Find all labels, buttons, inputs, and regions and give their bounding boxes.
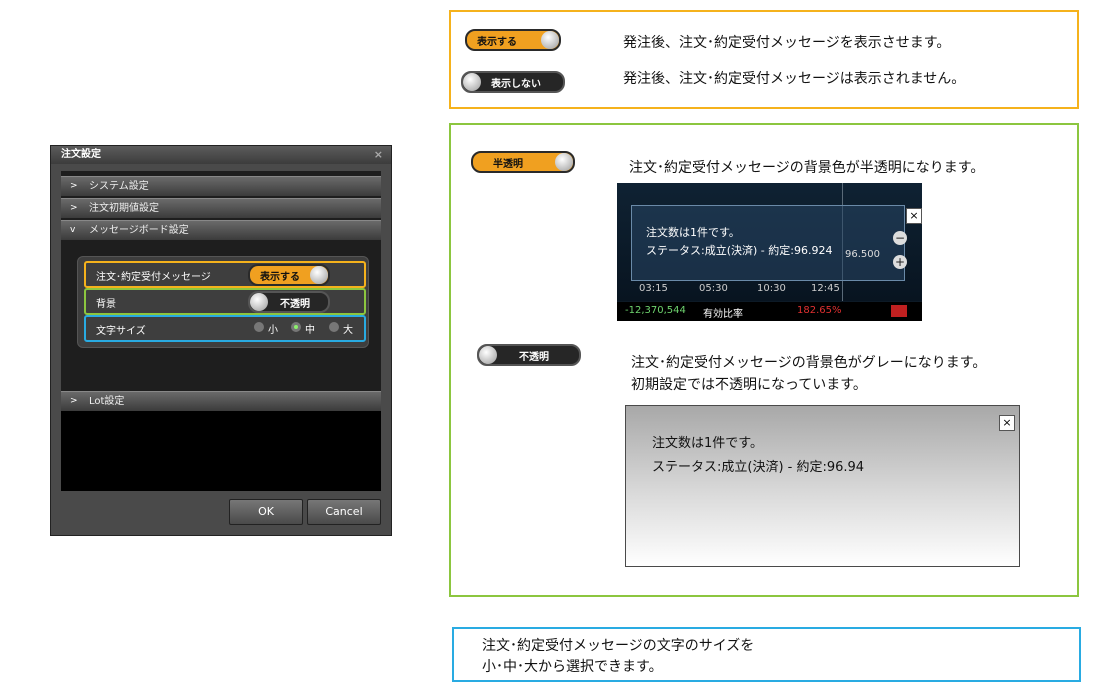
row-background: 背景 不透明 (84, 288, 366, 315)
ok-button[interactable]: OK (229, 499, 303, 525)
font-size-radio-group: 小 中 大 (254, 321, 364, 336)
display-setting-callout: 表示する 発注後、注文･約定受付メッセージを表示させます。 表示しない 発注後、… (449, 10, 1079, 109)
font-size-callout: 注文･約定受付メッセージの文字のサイズを 小･中･大から選択できます。 (452, 627, 1081, 682)
row-label: 文字サイズ (96, 326, 146, 337)
message-popup: 注文数は1件です。 ステータス:成立(決済) - 約定:96.924 (631, 205, 905, 281)
section-label: Lot設定 (89, 396, 125, 407)
radio-selected-dot (294, 325, 298, 329)
toggle-label: 表示する (477, 37, 517, 48)
show-toggle-example: 表示する (465, 29, 561, 51)
toggle-knob (555, 153, 573, 171)
time-tick: 03:15 (639, 283, 668, 294)
radio-large-label: 大 (343, 325, 353, 336)
toggle-knob (250, 293, 268, 311)
chevron-right-icon: > (70, 396, 78, 406)
price-label: 96.500 (845, 249, 880, 260)
opaque-description-line1: 注文･約定受付メッセージの背景色がグレーになります。 (631, 355, 987, 371)
font-size-description-line2: 小･中･大から選択できます。 (482, 659, 663, 675)
time-axis: 03:15 05:30 10:30 12:45 (617, 281, 922, 301)
toggle-knob (479, 346, 497, 364)
row-label: 注文･約定受付メッセージ (96, 272, 211, 283)
zoom-in-icon[interactable]: + (893, 255, 907, 269)
row-label: 背景 (96, 299, 116, 310)
radio-small-label: 小 (268, 325, 278, 336)
opaque-toggle-example: 不透明 (477, 344, 581, 366)
toggle-label: 不透明 (280, 299, 310, 310)
translucent-message-preview: 注文数は1件です。 ステータス:成立(決済) - 約定:96.924 96.50… (617, 183, 922, 321)
opaque-description-line2: 初期設定では不透明になっています。 (631, 377, 867, 393)
background-toggle[interactable]: 不透明 (248, 291, 330, 313)
opaque-message-preview: 注文数は1件です。 ステータス:成立(決済) - 約定:96.94 × (625, 405, 1020, 567)
confirm-message-toggle[interactable]: 表示する (248, 264, 330, 286)
status-percent: 182.65% (797, 305, 842, 316)
section-order-defaults[interactable]: > 注文初期値設定 (61, 198, 381, 218)
dialog-body: > システム設定 > 注文初期値設定 v メッセージボード設定 注文･約定受付メ… (61, 171, 381, 491)
message-line1: 注文数は1件です。 (646, 226, 740, 239)
section-system-settings[interactable]: > システム設定 (61, 176, 381, 196)
radio-large[interactable] (329, 322, 339, 332)
section-label: システム設定 (89, 181, 149, 192)
close-icon[interactable]: × (906, 208, 922, 224)
close-icon[interactable]: × (374, 146, 383, 164)
status-bar: -12,370,544 有効比率 182.65% (617, 302, 922, 321)
dialog-empty-area (61, 411, 381, 491)
close-icon[interactable]: × (999, 415, 1015, 431)
message-line2: ステータス:成立(決済) - 約定:96.924 (646, 244, 833, 257)
font-size-description-line1: 注文･約定受付メッセージの文字のサイズを (482, 638, 755, 654)
chevron-down-icon: v (70, 225, 76, 235)
dialog-titlebar: 注文設定 × (51, 146, 391, 164)
radio-small[interactable] (254, 322, 264, 332)
chevron-right-icon: > (70, 203, 78, 213)
radio-medium[interactable] (291, 322, 301, 332)
time-tick: 05:30 (699, 283, 728, 294)
toggle-label: 不透明 (519, 352, 549, 363)
dialog-title: 注文設定 (61, 149, 101, 160)
toggle-label: 表示する (260, 272, 300, 283)
message-line2: ステータス:成立(決済) - 約定:96.94 (652, 460, 865, 475)
translucent-description: 注文･約定受付メッセージの背景色が半透明になります。 (629, 160, 985, 176)
toggle-knob (463, 73, 481, 91)
show-description: 発注後、注文･約定受付メッセージを表示させます。 (623, 35, 951, 51)
toggle-label: 表示しない (491, 79, 541, 90)
section-message-board[interactable]: v メッセージボード設定 (61, 220, 381, 240)
cancel-button[interactable]: Cancel (307, 499, 381, 525)
zoom-out-icon[interactable]: − (893, 231, 907, 245)
message-board-panel: 注文･約定受付メッセージ 表示する 背景 不透明 文字サイズ 小 中 大 (77, 256, 369, 348)
order-settings-dialog: 注文設定 × > システム設定 > 注文初期値設定 v メッセージボード設定 注… (50, 145, 392, 536)
toggle-label: 半透明 (493, 159, 523, 170)
section-label: メッセージボード設定 (89, 225, 189, 236)
section-label: 注文初期値設定 (89, 203, 159, 214)
hide-toggle-example: 表示しない (461, 71, 565, 93)
time-tick: 12:45 (811, 283, 840, 294)
toggle-knob (541, 31, 559, 49)
status-label: 有効比率 (703, 309, 743, 320)
chevron-right-icon: > (70, 181, 78, 191)
time-tick: 10:30 (757, 283, 786, 294)
hide-description: 発注後、注文･約定受付メッセージは表示されません。 (623, 71, 966, 87)
message-line1: 注文数は1件です。 (652, 436, 763, 451)
row-font-size: 文字サイズ 小 中 大 (84, 315, 366, 342)
translucent-toggle-example: 半透明 (471, 151, 575, 173)
status-value: -12,370,544 (625, 305, 686, 316)
arrow-up-icon (891, 305, 907, 317)
toggle-knob (310, 266, 328, 284)
radio-medium-label: 中 (305, 325, 315, 336)
row-confirm-message: 注文･約定受付メッセージ 表示する (84, 261, 366, 288)
section-lot-settings[interactable]: > Lot設定 (61, 391, 381, 411)
